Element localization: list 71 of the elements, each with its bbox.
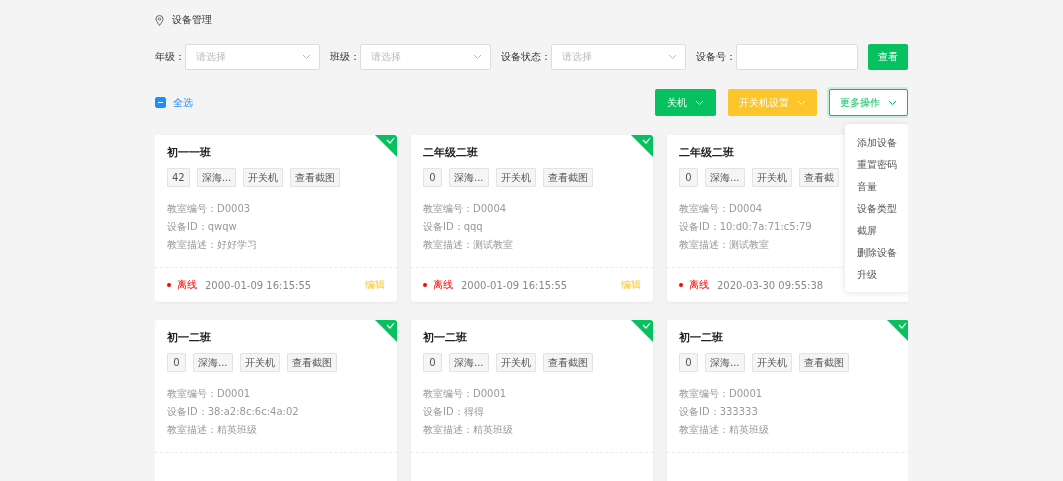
tag-button[interactable]: 深海... [193, 353, 233, 372]
tag-button[interactable]: 0 [679, 353, 698, 372]
card-field: 设备ID：333333 [679, 405, 758, 418]
timestamp: 2020-03-30 09:55:38 [717, 279, 824, 291]
card-title: 二年级二班 [423, 145, 479, 160]
device-card[interactable]: 初一一班 42 深海... 开关机 查看截图 教室编号：D0003 设备ID：qwqw 教室描述：好好学习 离线 2000-01-09 16:15:55 编辑 [155, 135, 397, 302]
card-field: 设备ID：qwqw [167, 220, 237, 233]
tag-button[interactable]: 查看截图 [798, 353, 849, 372]
tag-button[interactable]: 查看截图 [290, 168, 341, 187]
card-title: 初一二班 [423, 330, 468, 345]
menu-item[interactable]: 添加设备 [845, 132, 908, 154]
menu-item[interactable]: 设备类型 [845, 198, 908, 220]
card-field: 教室编号：D0004 [679, 202, 763, 215]
card-title: 二年级二班 [679, 145, 735, 160]
card-field: 教室描述：好好学习 [167, 238, 257, 251]
device-card[interactable]: 初一二班 0 深海... 开关机 查看截图 教室编号：D0001 设备ID：38:a2:8c:6c:4a:02 教室描述：精英班级 [155, 320, 397, 481]
tag-button[interactable]: 开关机 [751, 168, 792, 187]
tag-button[interactable]: 深海... [705, 353, 745, 372]
menu-item[interactable]: 删除设备 [845, 242, 908, 264]
card-field: 教室编号：D0001 [679, 387, 763, 400]
tag-button[interactable]: 深海... [449, 353, 489, 372]
filter-label: 设备状态： [501, 50, 551, 64]
card-field: 教室描述：测试教室 [423, 238, 513, 251]
tag-button[interactable]: 查看截图 [542, 168, 593, 187]
device-card[interactable]: 初一二班 0 深海... 开关机 查看截图 教室编号：D0001 设备ID：333333 教室描述：精英班级 [667, 320, 908, 481]
status-text: 离线 [433, 278, 453, 292]
tag-button[interactable]: 开关机 [495, 353, 536, 372]
tag-button[interactable]: 深海... [196, 168, 237, 187]
card-field: 设备ID：38:a2:8c:6c:4a:02 [167, 405, 299, 418]
status-text: 离线 [689, 278, 709, 292]
card-title: 初一一班 [167, 145, 212, 160]
card-field: 教室编号：D0004 [423, 202, 507, 215]
card-field: 教室编号：D0001 [167, 387, 251, 400]
timestamp: 2000-01-09 16:15:55 [205, 279, 312, 291]
menu-item[interactable]: 重置密码 [845, 154, 908, 176]
card-field: 设备ID：qqq [423, 220, 483, 233]
card-field: 教室描述：精英班级 [679, 423, 769, 436]
tag-button[interactable]: 开关机 [239, 353, 280, 372]
tag-button[interactable]: 深海... [449, 168, 489, 187]
card-field: 设备ID：10:d0:7a:71:c5:79 [679, 220, 812, 233]
timestamp: 2000-01-09 16:15:55 [461, 279, 568, 291]
tag-button[interactable]: 0 [423, 353, 442, 372]
tag-button[interactable]: 查看截图 [542, 353, 593, 372]
tag-button[interactable]: 开关机 [751, 353, 792, 372]
device-card[interactable]: 初一二班 0 深海... 开关机 查看截图 教室编号：D0001 设备ID：得得 教室描述：精英班级 [411, 320, 653, 481]
tag-button[interactable]: 开关机 [243, 168, 284, 187]
tag-button[interactable]: 0 [167, 353, 186, 372]
menu-item[interactable]: 升级 [845, 264, 908, 286]
tag-button[interactable]: 查看截 [798, 168, 839, 187]
card-title: 初一二班 [167, 330, 212, 345]
tag-button[interactable]: 查看截图 [286, 353, 337, 372]
status-text: 离线 [177, 278, 197, 292]
card-field: 教室描述：精英班级 [167, 423, 257, 436]
tag-button[interactable]: 0 [423, 168, 442, 187]
tag-button[interactable]: 开关机 [495, 168, 536, 187]
filter-label: 班级： [330, 50, 360, 64]
tag-button[interactable]: 42 [167, 168, 190, 187]
card-field: 设备ID：得得 [423, 405, 484, 418]
card-field: 教室描述：精英班级 [423, 423, 513, 436]
menu-item[interactable]: 截屏 [845, 220, 908, 242]
card-field: 教室描述：测试教室 [679, 238, 769, 251]
tag-button[interactable]: 深海... [705, 168, 745, 187]
card-field: 教室编号：D0003 [167, 202, 251, 215]
filter-label: 设备号： [696, 50, 736, 64]
card-title: 初一二班 [679, 330, 724, 345]
menu-item[interactable]: 音量 [845, 176, 908, 198]
tag-button[interactable]: 0 [679, 168, 698, 187]
card-field: 教室编号：D0001 [423, 387, 507, 400]
device-card[interactable]: 二年级二班 0 深海... 开关机 查看截图 教室编号：D0004 设备ID：qqq 教室描述：测试教室 离线 2000-01-09 16:15:55 编辑 [411, 135, 653, 302]
breadcrumb-text: 设备管理 [172, 13, 212, 27]
filter-label: 年级： [155, 50, 185, 64]
